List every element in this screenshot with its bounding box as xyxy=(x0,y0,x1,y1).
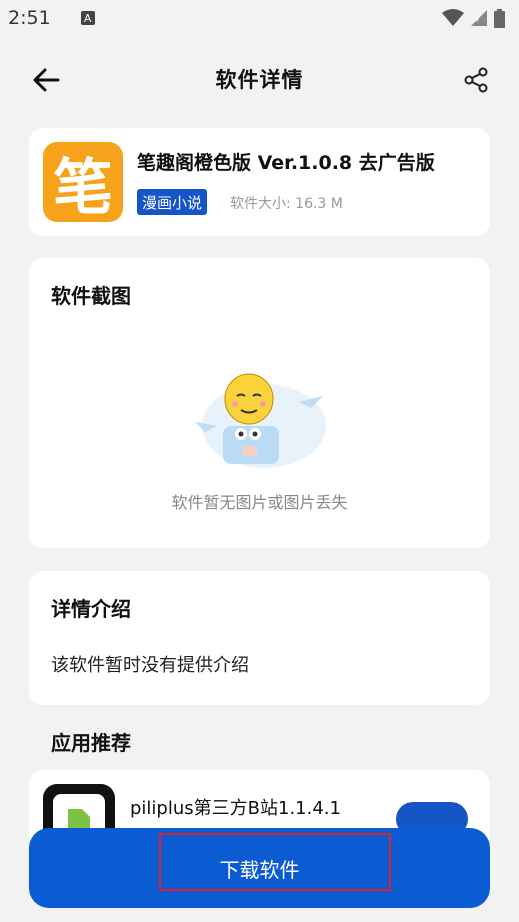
empty-image-illustration xyxy=(195,373,326,468)
top-bar: 软件详情 xyxy=(0,50,519,108)
app-name: 笔趣阁橙色版 Ver.1.0.8 去广告版 xyxy=(137,152,435,174)
back-button[interactable] xyxy=(30,64,62,96)
signal-icon xyxy=(471,10,487,26)
notification-icon: A xyxy=(80,11,95,25)
status-time: 2:51 xyxy=(8,7,51,29)
app-icon: 笔 xyxy=(43,142,123,222)
details-title: 详情介绍 xyxy=(51,597,131,621)
status-bar: 2:51 A xyxy=(0,0,519,36)
app-icon-glyph: 笔 xyxy=(53,152,113,223)
category-badge[interactable]: 漫画小说 xyxy=(137,189,208,215)
status-icons xyxy=(442,8,505,28)
screenshots-title: 软件截图 xyxy=(51,284,131,308)
empty-image-text: 软件暂无图片或图片丢失 xyxy=(171,493,348,512)
recommend-app-name: piliplus第三方B站1.1.4.1 xyxy=(130,798,341,819)
download-button[interactable]: 下载软件 xyxy=(29,828,490,908)
share-icon xyxy=(464,67,488,93)
details-card: 详情介绍 该软件暂时没有提供介绍 xyxy=(29,571,490,705)
details-text: 该软件暂时没有提供介绍 xyxy=(51,655,249,676)
arrow-left-icon xyxy=(33,68,60,92)
app-info-card: 笔 笔趣阁橙色版 Ver.1.0.8 去广告版 漫画小说 软件大小: 16.3 … xyxy=(29,128,490,236)
recommend-title: 应用推荐 xyxy=(51,731,131,755)
share-button[interactable] xyxy=(460,64,492,96)
screenshots-card: 软件截图 软件暂无图片或图片丢失 xyxy=(29,258,490,548)
wifi-icon xyxy=(442,9,464,26)
page-title: 软件详情 xyxy=(215,68,304,92)
app-size: 软件大小: 16.3 M xyxy=(230,196,343,212)
battery-icon xyxy=(494,8,505,28)
